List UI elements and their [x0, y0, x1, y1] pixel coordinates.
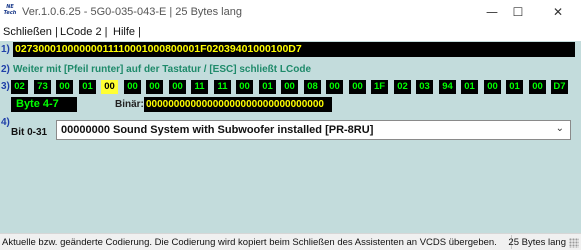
- row-number-1: 1): [1, 44, 10, 55]
- byte-cell[interactable]: 73: [34, 80, 51, 94]
- app-logo-icon: NE Tech: [3, 4, 17, 16]
- byte-cell[interactable]: 00: [326, 80, 343, 94]
- menu-bar: Schließen | LCode 2 | Hilfe |: [0, 24, 581, 41]
- menu-schliessen[interactable]: Schließen |: [3, 26, 58, 38]
- lcode-window: NE Tech Ver.1.0.6.25 - 5G0-035-043-E | 25…: [0, 0, 581, 250]
- byte-cell[interactable]: 08: [304, 80, 321, 94]
- row-number-2: 2): [1, 64, 10, 75]
- bit-option-value: 00000000 Sound System with Subwoofer ins…: [61, 124, 374, 136]
- byte-cell[interactable]: 00: [146, 80, 163, 94]
- byte-cell[interactable]: 01: [259, 80, 276, 94]
- binar-label: Binär:: [115, 99, 144, 110]
- coding-hex-field[interactable]: 02730001000000011110001000800001F0203940…: [13, 42, 575, 57]
- status-bar: Aktuelle bzw. geänderte Codierung. Die C…: [0, 233, 581, 250]
- byte-cell[interactable]: 1F: [371, 80, 388, 94]
- menu-hilfe[interactable]: Hilfe |: [113, 26, 141, 38]
- menu-lcode2[interactable]: LCode 2 |: [60, 26, 108, 38]
- maximize-button[interactable]: ☐: [505, 2, 531, 22]
- byte-cell[interactable]: 01: [79, 80, 96, 94]
- lcode-panel: 1) 02730001000000011110001000800001F0203…: [0, 41, 581, 233]
- status-message: Aktuelle bzw. geänderte Codierung. Die C…: [2, 237, 497, 248]
- resize-grip-icon[interactable]: [569, 238, 579, 248]
- byte-cell[interactable]: 00: [484, 80, 501, 94]
- bit-range-label: Bit 0-31: [11, 127, 48, 138]
- byte-cell[interactable]: 03: [416, 80, 433, 94]
- byte-cell[interactable]: 00: [349, 80, 366, 94]
- binar-field[interactable]: 00000000000000000000000000000000: [144, 97, 332, 112]
- close-button[interactable]: ✕: [545, 2, 571, 22]
- byte-cell[interactable]: D7: [551, 80, 568, 94]
- byte-cell[interactable]: 01: [506, 80, 523, 94]
- keyboard-hint: Weiter mit [Pfeil runter] auf der Tastat…: [13, 64, 312, 75]
- status-length: 25 Bytes lang: [508, 237, 566, 248]
- byte-cell[interactable]: 00: [529, 80, 546, 94]
- byte-cell[interactable]: 94: [439, 80, 456, 94]
- byte-cell[interactable]: 11: [214, 80, 231, 94]
- byte-cell[interactable]: 00: [101, 80, 118, 94]
- minimize-button[interactable]: —: [479, 2, 505, 22]
- row-number-3: 3): [1, 81, 10, 92]
- byte-cell[interactable]: 02: [11, 80, 28, 94]
- chevron-down-icon[interactable]: ⌄: [556, 123, 564, 134]
- byte-cell[interactable]: 00: [56, 80, 73, 94]
- byte-cell[interactable]: 00: [236, 80, 253, 94]
- byte-cell[interactable]: 00: [169, 80, 186, 94]
- byte-cell[interactable]: 11: [191, 80, 208, 94]
- title-bar: NE Tech Ver.1.0.6.25 - 5G0-035-043-E | 25…: [0, 0, 581, 24]
- byte-cell[interactable]: 00: [124, 80, 141, 94]
- byte-cell[interactable]: 02: [394, 80, 411, 94]
- byte-cell[interactable]: 01: [461, 80, 478, 94]
- byte-range-label: Byte 4-7: [11, 97, 77, 112]
- bit-option-select[interactable]: 00000000 Sound System with Subwoofer ins…: [56, 120, 571, 140]
- byte-cell[interactable]: 00: [281, 80, 298, 94]
- row-number-4: 4): [1, 117, 10, 128]
- window-title: Ver.1.0.6.25 - 5G0-035-043-E | 25 Bytes …: [22, 6, 242, 18]
